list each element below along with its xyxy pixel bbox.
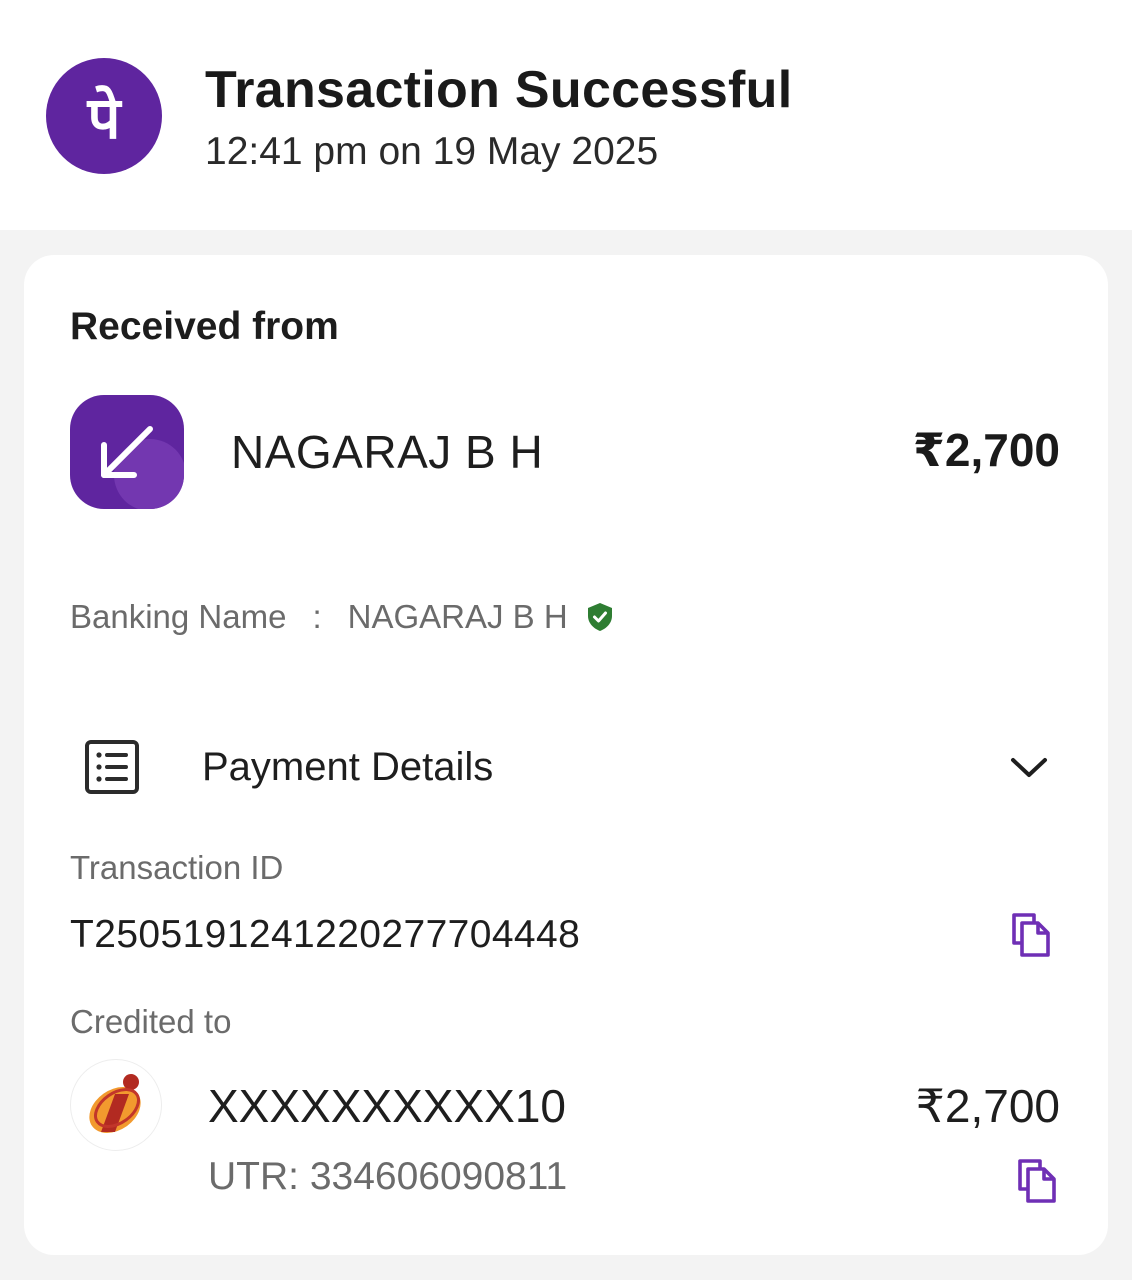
- transaction-datetime: 12:41 pm on 19 May 2025: [205, 130, 659, 173]
- logo-glyph: पे: [87, 84, 123, 152]
- bank-logo-icon: [70, 1059, 162, 1151]
- chevron-down-icon[interactable]: [1008, 753, 1050, 783]
- transaction-id-label: Transaction ID: [70, 849, 284, 886]
- page-title: Transaction Successful: [205, 61, 793, 119]
- copy-icon: [1018, 1159, 1056, 1203]
- transaction-card: Received from NAGARAJ B H ₹2,700 Banking…: [24, 255, 1108, 1255]
- copy-transaction-id-button[interactable]: [1008, 909, 1054, 959]
- banking-name-value: NAGARAJ B H: [347, 598, 568, 635]
- banking-separator: :: [312, 598, 322, 635]
- phonepe-logo-icon: पे: [46, 58, 162, 174]
- payment-details-toggle[interactable]: Payment Details: [202, 745, 493, 790]
- banking-name-label: Banking Name: [70, 598, 287, 635]
- received-amount: ₹2,700: [912, 424, 1060, 476]
- copy-icon: [1012, 913, 1050, 957]
- credited-amount: ₹2,700: [915, 1080, 1060, 1132]
- received-from-label: Received from: [70, 305, 339, 348]
- sender-name: NAGARAJ B H: [231, 426, 544, 478]
- utr-number: UTR: 334606090811: [208, 1155, 568, 1198]
- verified-shield-icon: [586, 602, 614, 632]
- credited-account: XXXXXXXXXX10: [208, 1080, 566, 1132]
- receipt-list-icon: [84, 739, 140, 795]
- banking-name-row: Banking Name : NAGARAJ B H: [70, 598, 614, 636]
- arrow-down-left-icon: [70, 395, 184, 509]
- header: पे Transaction Successful 12:41 pm on 19…: [0, 0, 1132, 230]
- transaction-id-value: T2505191241220277704448: [70, 913, 581, 956]
- credited-to-label: Credited to: [70, 1003, 232, 1040]
- copy-utr-button[interactable]: [1014, 1155, 1060, 1205]
